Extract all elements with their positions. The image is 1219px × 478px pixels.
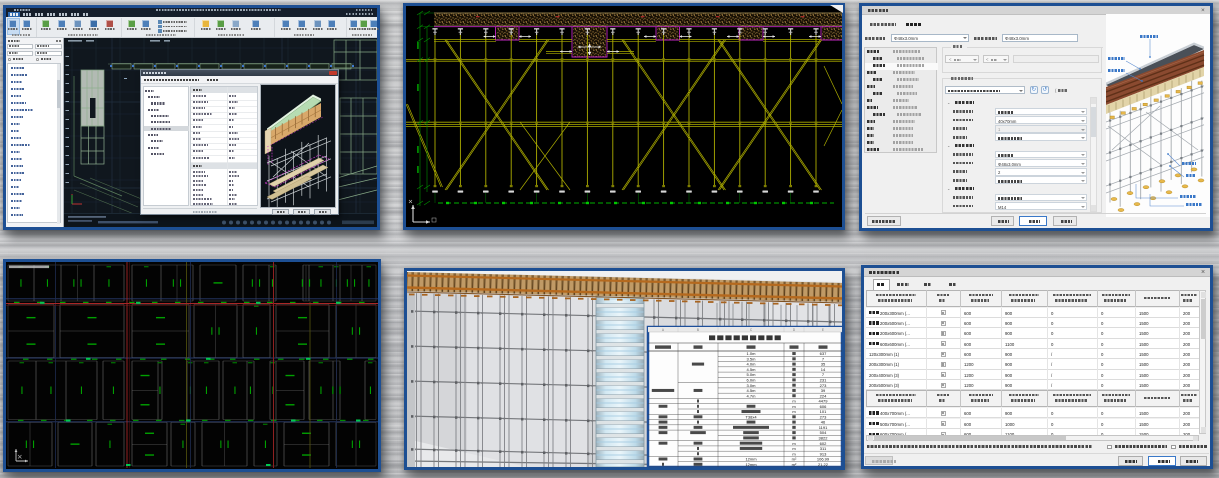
svg-text:106.99: 106.99 (817, 457, 830, 462)
svg-text:4.5m: 4.5m (747, 388, 757, 393)
svg-text:606: 606 (820, 404, 827, 409)
svg-text:1.0m: 1.0m (747, 351, 757, 356)
svg-text:35: 35 (821, 362, 826, 367)
svg-text:12mm: 12mm (745, 457, 757, 462)
svg-text:46: 46 (821, 420, 826, 425)
svg-text:3.5m: 3.5m (747, 356, 757, 361)
svg-text:504: 504 (820, 430, 827, 435)
svg-text:E: E (822, 328, 824, 332)
svg-text:B: B (697, 328, 699, 332)
svg-text:4.0m: 4.0m (747, 362, 757, 367)
svg-text:4.5m: 4.5m (747, 367, 757, 372)
svg-text:21.22: 21.22 (818, 462, 829, 467)
svg-text:913: 913 (820, 451, 827, 456)
svg-text:39: 39 (821, 388, 826, 393)
svg-text:m²: m² (792, 462, 797, 467)
svg-text:273: 273 (820, 383, 827, 388)
svg-text:637: 637 (820, 351, 827, 356)
svg-text:4.7m: 4.7m (747, 393, 757, 398)
svg-text:14: 14 (821, 367, 826, 372)
svg-text:m²: m² (792, 457, 797, 462)
svg-text:1191: 1191 (819, 425, 828, 430)
svg-text:273: 273 (820, 414, 827, 419)
svg-text:3822: 3822 (819, 436, 829, 441)
svg-text:5.0m: 5.0m (747, 372, 757, 377)
svg-text:231: 231 (820, 378, 827, 383)
svg-text:224: 224 (820, 393, 827, 398)
svg-text:3.0m: 3.0m (747, 383, 757, 388)
svg-text:T38x4: T38x4 (745, 414, 757, 419)
svg-text:311: 311 (820, 446, 827, 451)
svg-text:12mm: 12mm (745, 462, 757, 467)
svg-text:4479: 4479 (819, 399, 829, 404)
svg-text:101: 101 (820, 409, 827, 414)
svg-text:6.0m: 6.0m (747, 378, 757, 383)
svg-text:602: 602 (820, 441, 827, 446)
